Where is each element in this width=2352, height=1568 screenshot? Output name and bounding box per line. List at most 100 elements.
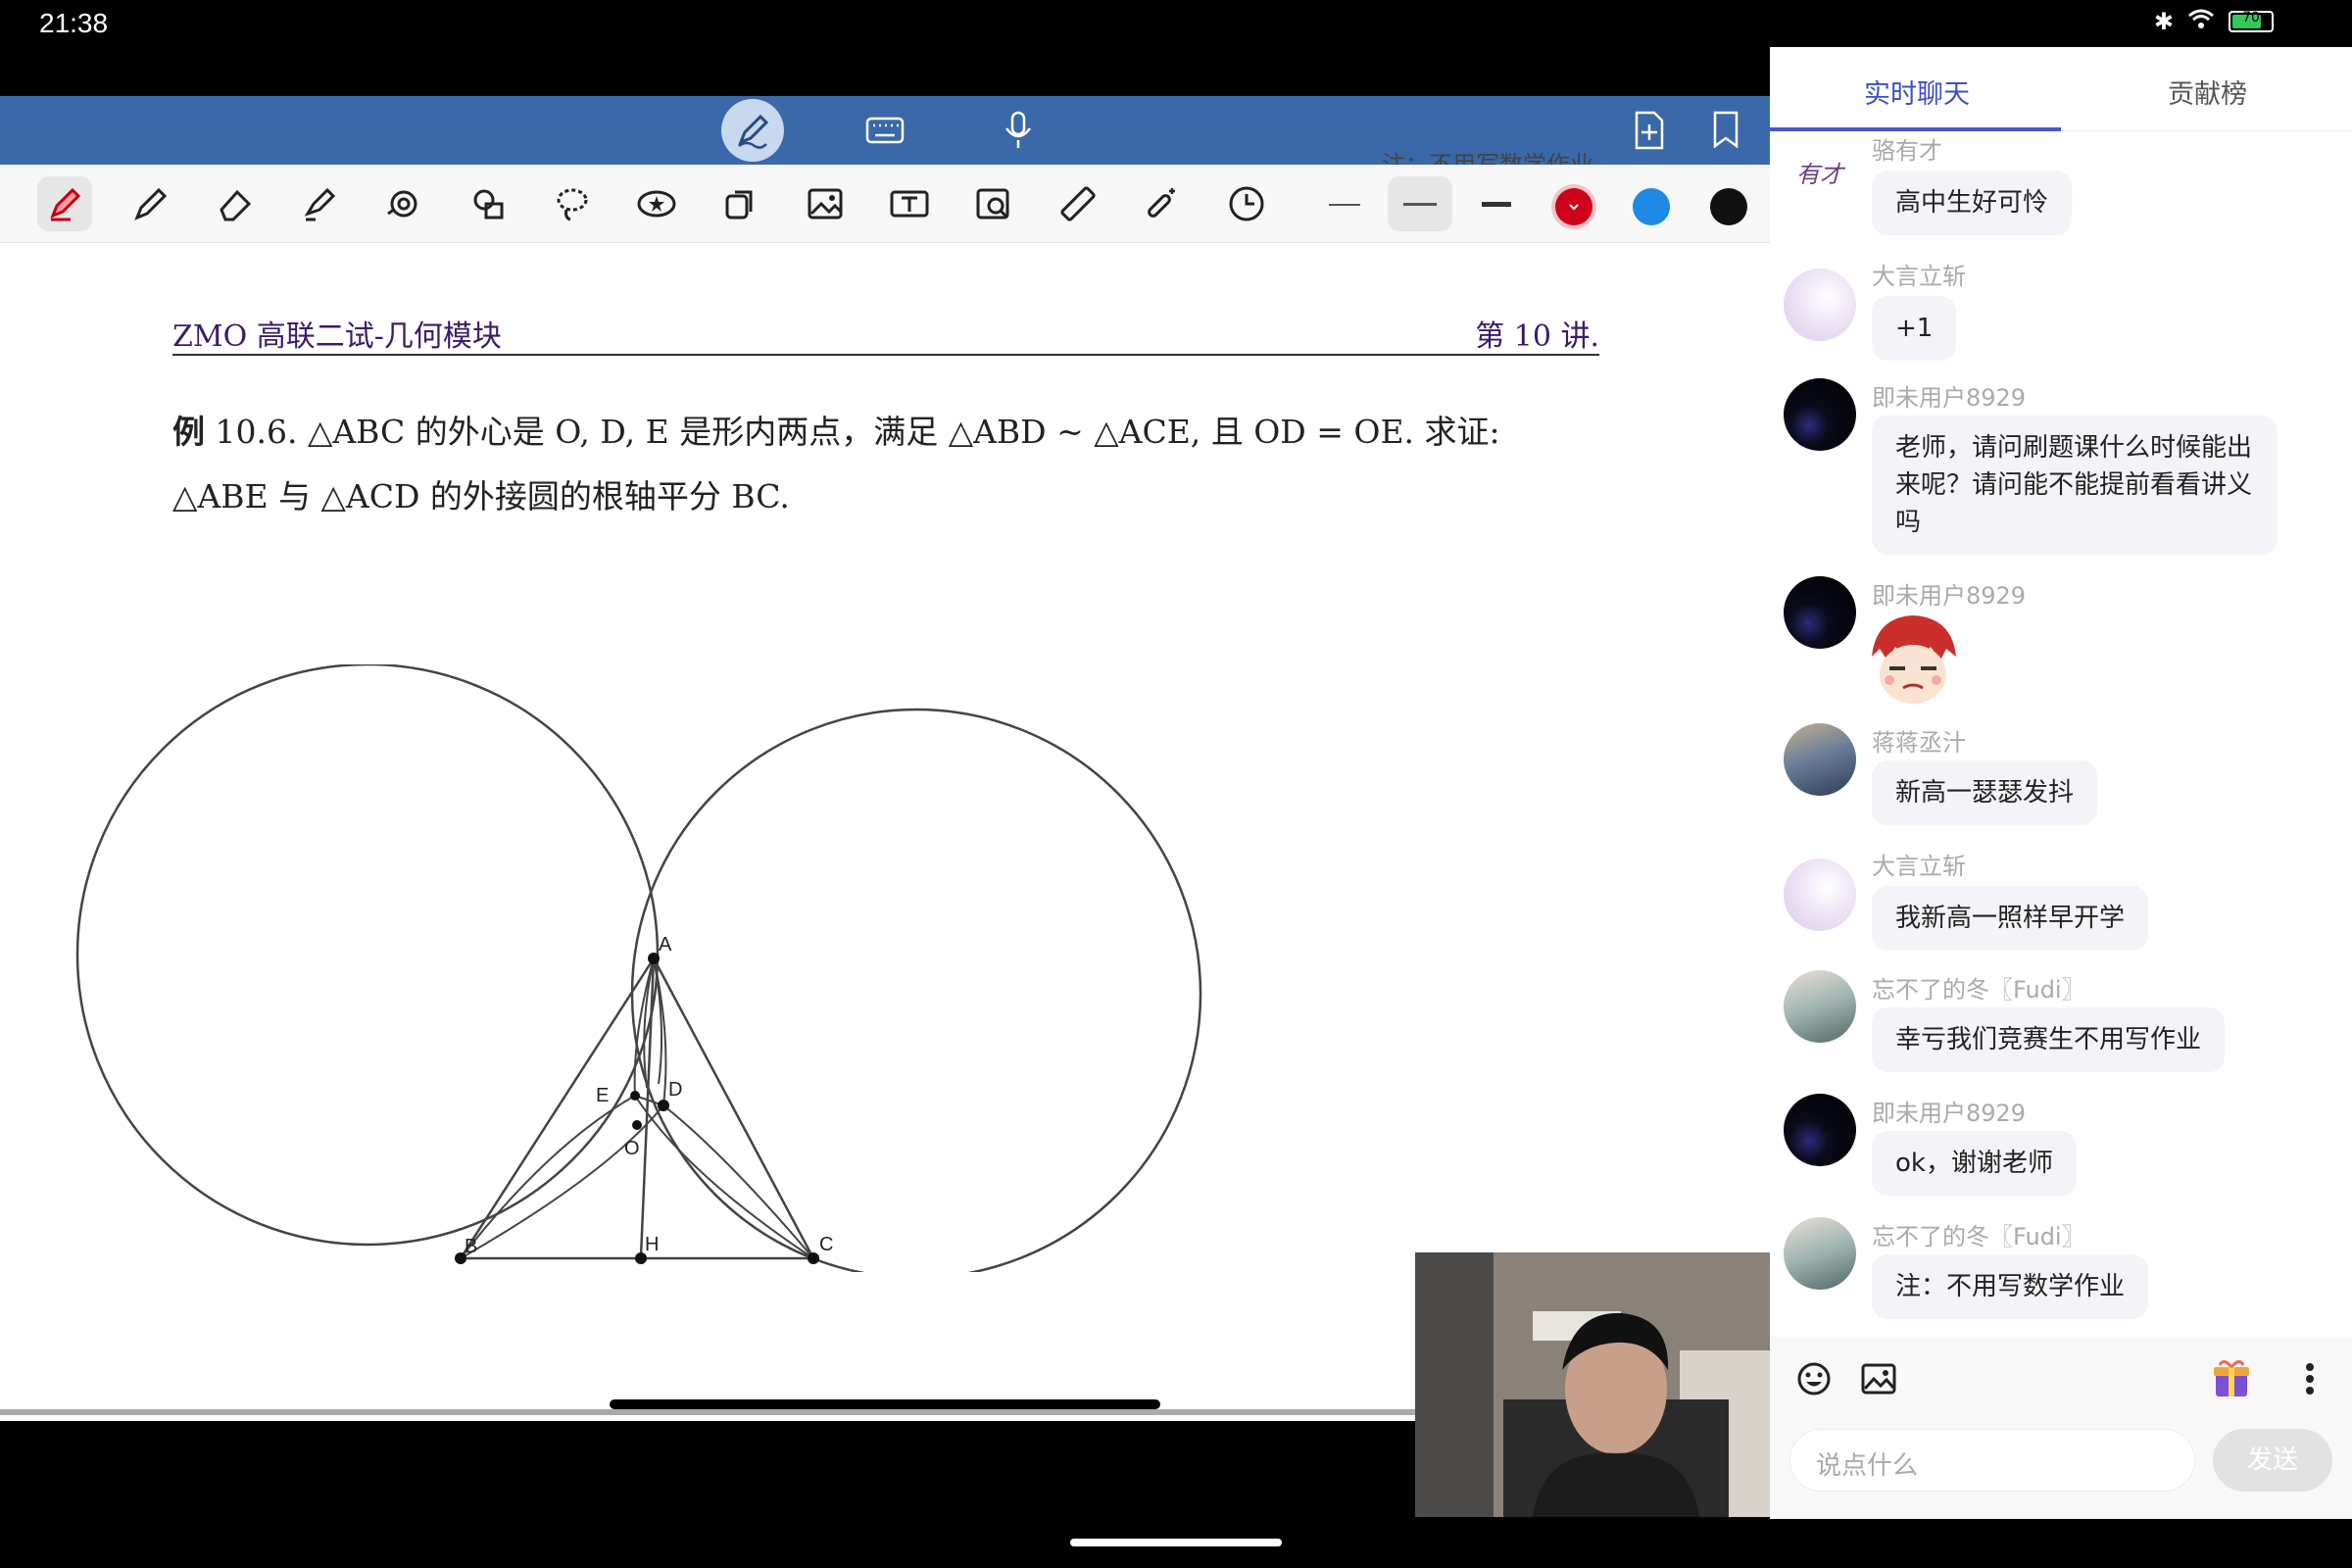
chat-tabs: 实时聊天 贡献榜 — [1770, 47, 2352, 131]
laser-pointer-icon[interactable] — [376, 176, 431, 231]
send-button[interactable]: 发送 — [2213, 1429, 2332, 1492]
tab-live-chat[interactable]: 实时聊天 — [1864, 73, 1970, 111]
avatar[interactable] — [1784, 970, 1856, 1043]
circumcircle-abe — [75, 664, 660, 1247]
more-options-icon[interactable] — [2295, 1354, 2325, 1403]
avatar-text: 有才 — [1796, 160, 1843, 188]
wifi-icon — [2187, 8, 2215, 35]
chat-panel: 实时聊天 贡献榜 有才 骆有才 高中生好可怜 大言立斩 +1 即未用户8929 … — [1770, 47, 2352, 1519]
image-icon[interactable] — [1854, 1354, 1903, 1403]
message-bubble: 老师，请问刷题课什么时候能出来呢？请问能不能提前看看讲义吗 — [1872, 416, 2278, 555]
doc-header-left: ZMO 高联二试-几何模块 — [172, 319, 502, 354]
problem-statement: 例 10.6. △ABC 的外心是 O, D, E 是形内两点，满足 △ABD … — [172, 400, 1613, 529]
message-username: 即未用户8929 — [1872, 384, 2027, 412]
avatar[interactable] — [1784, 378, 1856, 451]
geometry-figure: A B C D E O H — [75, 664, 1202, 1272]
color-blue-swatch[interactable] — [1633, 188, 1670, 225]
avatar[interactable] — [1784, 576, 1856, 649]
stroke-thick-option[interactable] — [1482, 202, 1511, 207]
chat-composer: 说点什么 发送 — [1770, 1337, 2352, 1519]
message-bubble: 幸亏我们竞赛生不用写作业 — [1872, 1007, 2226, 1072]
bookmark-icon[interactable] — [1703, 108, 1748, 153]
color-red-swatch[interactable] — [1555, 188, 1592, 225]
document-page: ZMO 高联二试-几何模块 第 10 讲. 例 10.6. △ABC 的外心是 … — [0, 243, 1770, 1415]
clock-icon[interactable] — [1219, 176, 1274, 231]
label-e: E — [596, 1085, 609, 1106]
color-black-swatch[interactable] — [1710, 188, 1747, 225]
message-username: 忘不了的冬〖Fudi〗 — [1872, 1223, 2085, 1250]
horizontal-scrollbar[interactable] — [610, 1399, 1160, 1409]
label-d: D — [668, 1079, 682, 1101]
magic-wand-icon[interactable] — [1135, 176, 1190, 231]
screen: 21:38 ✱ 70 注：不用写数学作业 ZMO 高联二试-几何模块 第 10 … — [0, 0, 2352, 1568]
message-bubble: +1 — [1872, 296, 1957, 361]
copy-icon[interactable] — [713, 176, 768, 231]
label-o: O — [624, 1138, 640, 1159]
problem-label: 例 — [172, 413, 205, 451]
highlighter-icon[interactable] — [292, 176, 347, 231]
status-icons: ✱ 70 — [2154, 8, 2274, 35]
eraser-icon[interactable] — [208, 176, 263, 231]
text-box-icon[interactable] — [882, 176, 937, 231]
image-insert-icon[interactable] — [798, 176, 853, 231]
message-bubble: ok，谢谢老师 — [1872, 1131, 2077, 1196]
avatar[interactable] — [1784, 269, 1856, 341]
shapes-icon[interactable] — [461, 176, 515, 231]
battery-icon: 70 — [2229, 10, 2274, 32]
header-rule — [172, 354, 1599, 356]
avatar[interactable]: 有才 — [1784, 135, 1856, 208]
doc-header-right: 第 10 讲. — [1475, 319, 1599, 354]
handwriting-pen-icon[interactable] — [730, 108, 775, 153]
label-c: C — [819, 1234, 833, 1255]
message-username: 骆有才 — [1872, 137, 1942, 165]
stroke-medium-option[interactable] — [1388, 176, 1452, 231]
triangle-abc — [458, 957, 816, 1260]
point-c — [808, 1252, 819, 1264]
microphone-icon[interactable] — [996, 108, 1041, 153]
tab-contribution-ranking[interactable]: 贡献榜 — [2168, 73, 2247, 111]
problem-line-1: 10.6. △ABC 的外心是 O, D, E 是形内两点，满足 △ABD ~ … — [215, 413, 1500, 451]
label-b: B — [465, 1236, 477, 1257]
message-bubble: 我新高一照样早开学 — [1872, 886, 2149, 951]
sticker-image — [1872, 615, 1956, 704]
pencil-icon[interactable] — [123, 176, 178, 231]
bluetooth-icon: ✱ — [2153, 8, 2174, 35]
label-a: A — [659, 934, 672, 956]
message-bubble: 新高一瑟瑟发抖 — [1872, 760, 2098, 825]
label-h: H — [645, 1234, 659, 1255]
message-username: 大言立斩 — [1872, 263, 1966, 290]
chat-input[interactable]: 说点什么 — [1789, 1429, 2195, 1492]
sticker-icon[interactable] — [629, 176, 684, 231]
lasso-icon[interactable] — [545, 176, 600, 231]
emoji-icon[interactable] — [1789, 1354, 1838, 1403]
message-bubble: 注：不用写数学作业 — [1872, 1254, 2149, 1319]
home-indicator[interactable] — [1070, 1539, 1282, 1546]
message-username: 蒋蒋丞汁 — [1872, 729, 1966, 757]
drawing-toolbar — [0, 165, 1770, 243]
message-username: 忘不了的冬〖Fudi〗 — [1872, 976, 2085, 1004]
add-page-icon[interactable] — [1627, 108, 1672, 153]
stroke-thin-option[interactable] — [1329, 204, 1360, 206]
ruler-icon[interactable] — [1051, 176, 1105, 231]
chat-message-list[interactable]: 有才 骆有才 高中生好可怜 大言立斩 +1 即未用户8929 老师，请问刷题课什… — [1770, 131, 2352, 1337]
avatar[interactable] — [1784, 1094, 1856, 1166]
avatar[interactable] — [1784, 858, 1856, 931]
message-username: 即未用户8929 — [1872, 582, 2027, 610]
avatar[interactable] — [1784, 1217, 1856, 1290]
whiteboard-app: 注：不用写数学作业 ZMO 高联二试-几何模块 第 10 讲. 例 10.6. … — [0, 96, 1770, 1517]
avatar[interactable] — [1784, 723, 1856, 796]
message-username: 大言立斩 — [1872, 853, 1966, 880]
message-username: 即未用户8929 — [1872, 1100, 2027, 1127]
overlay-note-text: 注：不用写数学作业 — [1382, 151, 1593, 167]
keyboard-icon[interactable] — [862, 108, 907, 153]
message-bubble: 高中生好可怜 — [1872, 171, 2073, 235]
point-o — [632, 1120, 642, 1130]
gift-icon[interactable] — [2207, 1354, 2256, 1403]
image-search-icon[interactable] — [966, 176, 1021, 231]
point-e — [630, 1091, 640, 1101]
problem-line-2: △ABE 与 △ACD 的外接圆的根轴平分 BC. — [172, 477, 790, 515]
point-d — [658, 1100, 669, 1111]
teacher-video-feed[interactable] — [1415, 1252, 1770, 1517]
red-pen-tool-icon[interactable] — [37, 176, 92, 231]
status-time: 21:38 — [39, 8, 109, 38]
